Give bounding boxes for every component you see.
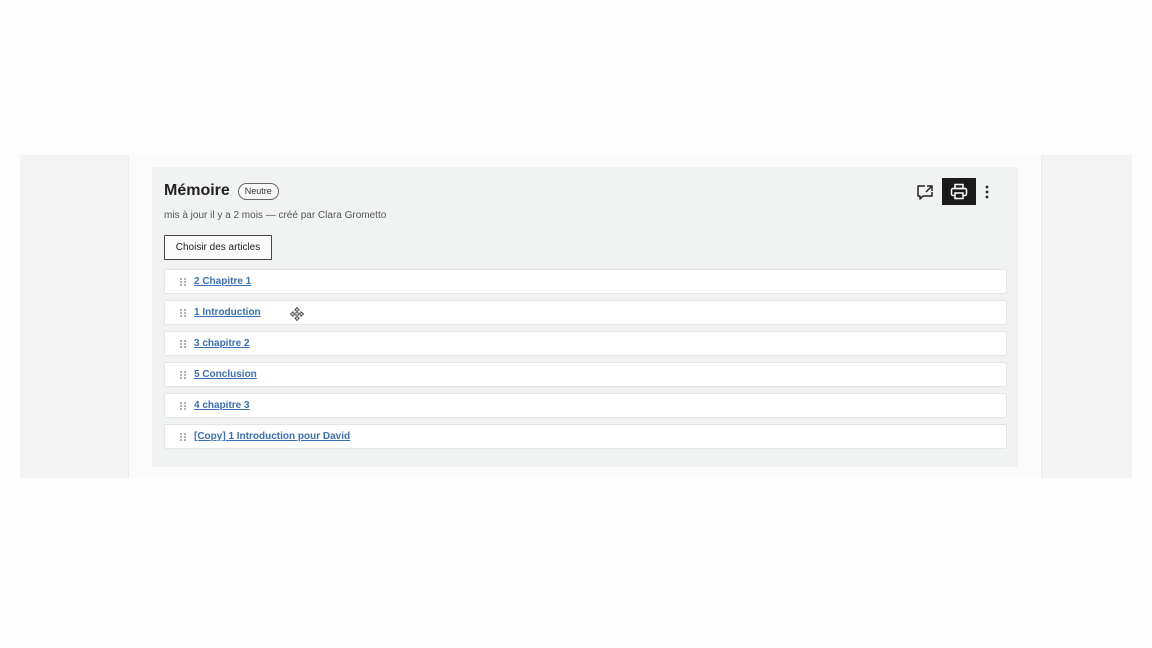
article-link[interactable]: 4 chapitre 3 xyxy=(194,400,250,411)
move-cursor-icon xyxy=(290,307,304,321)
article-row[interactable]: [Copy] 1 Introduction pour David xyxy=(164,424,1007,449)
choose-articles-button[interactable]: Choisir des articles xyxy=(164,235,272,260)
drag-handle-icon[interactable] xyxy=(180,277,186,286)
right-panel xyxy=(1041,155,1132,478)
article-row[interactable]: 2 Chapitre 1 xyxy=(164,269,1007,294)
article-row[interactable]: 4 chapitre 3 xyxy=(164,393,1007,418)
article-row[interactable]: 3 chapitre 2 xyxy=(164,331,1007,356)
reading-list-card: Mémoire Neutre mis à jour il y a 2 mois … xyxy=(152,167,1018,467)
drag-handle-icon[interactable] xyxy=(180,339,186,348)
article-row[interactable]: 1 Introduction xyxy=(164,300,1007,325)
card-title: Mémoire xyxy=(164,182,230,199)
share-icon xyxy=(917,184,933,200)
more-vertical-icon xyxy=(985,185,989,198)
status-badge: Neutre xyxy=(237,182,279,200)
share-button[interactable] xyxy=(908,178,942,205)
article-link[interactable]: 5 Conclusion xyxy=(194,369,257,380)
drag-handle-icon[interactable] xyxy=(180,370,186,379)
drag-handle-icon[interactable] xyxy=(180,401,186,410)
article-link[interactable]: 1 Introduction xyxy=(194,307,261,318)
article-list: 2 Chapitre 1 1 Introduction 3 chapitre 2… xyxy=(164,269,1007,455)
article-link[interactable]: 2 Chapitre 1 xyxy=(194,276,251,287)
article-link[interactable]: 3 chapitre 2 xyxy=(194,338,250,349)
print-button[interactable] xyxy=(942,178,976,205)
card-meta: mis à jour il y a 2 mois — créé par Clar… xyxy=(164,210,387,221)
drag-handle-icon[interactable] xyxy=(180,308,186,317)
title-row: Mémoire Neutre xyxy=(164,182,279,200)
page: Mémoire Neutre mis à jour il y a 2 mois … xyxy=(0,0,1152,648)
card-actions xyxy=(908,178,998,205)
left-panel xyxy=(20,155,129,478)
print-icon xyxy=(950,183,968,200)
article-link[interactable]: [Copy] 1 Introduction pour David xyxy=(194,431,350,442)
drag-handle-icon[interactable] xyxy=(180,432,186,441)
article-row[interactable]: 5 Conclusion xyxy=(164,362,1007,387)
more-button[interactable] xyxy=(976,178,998,205)
